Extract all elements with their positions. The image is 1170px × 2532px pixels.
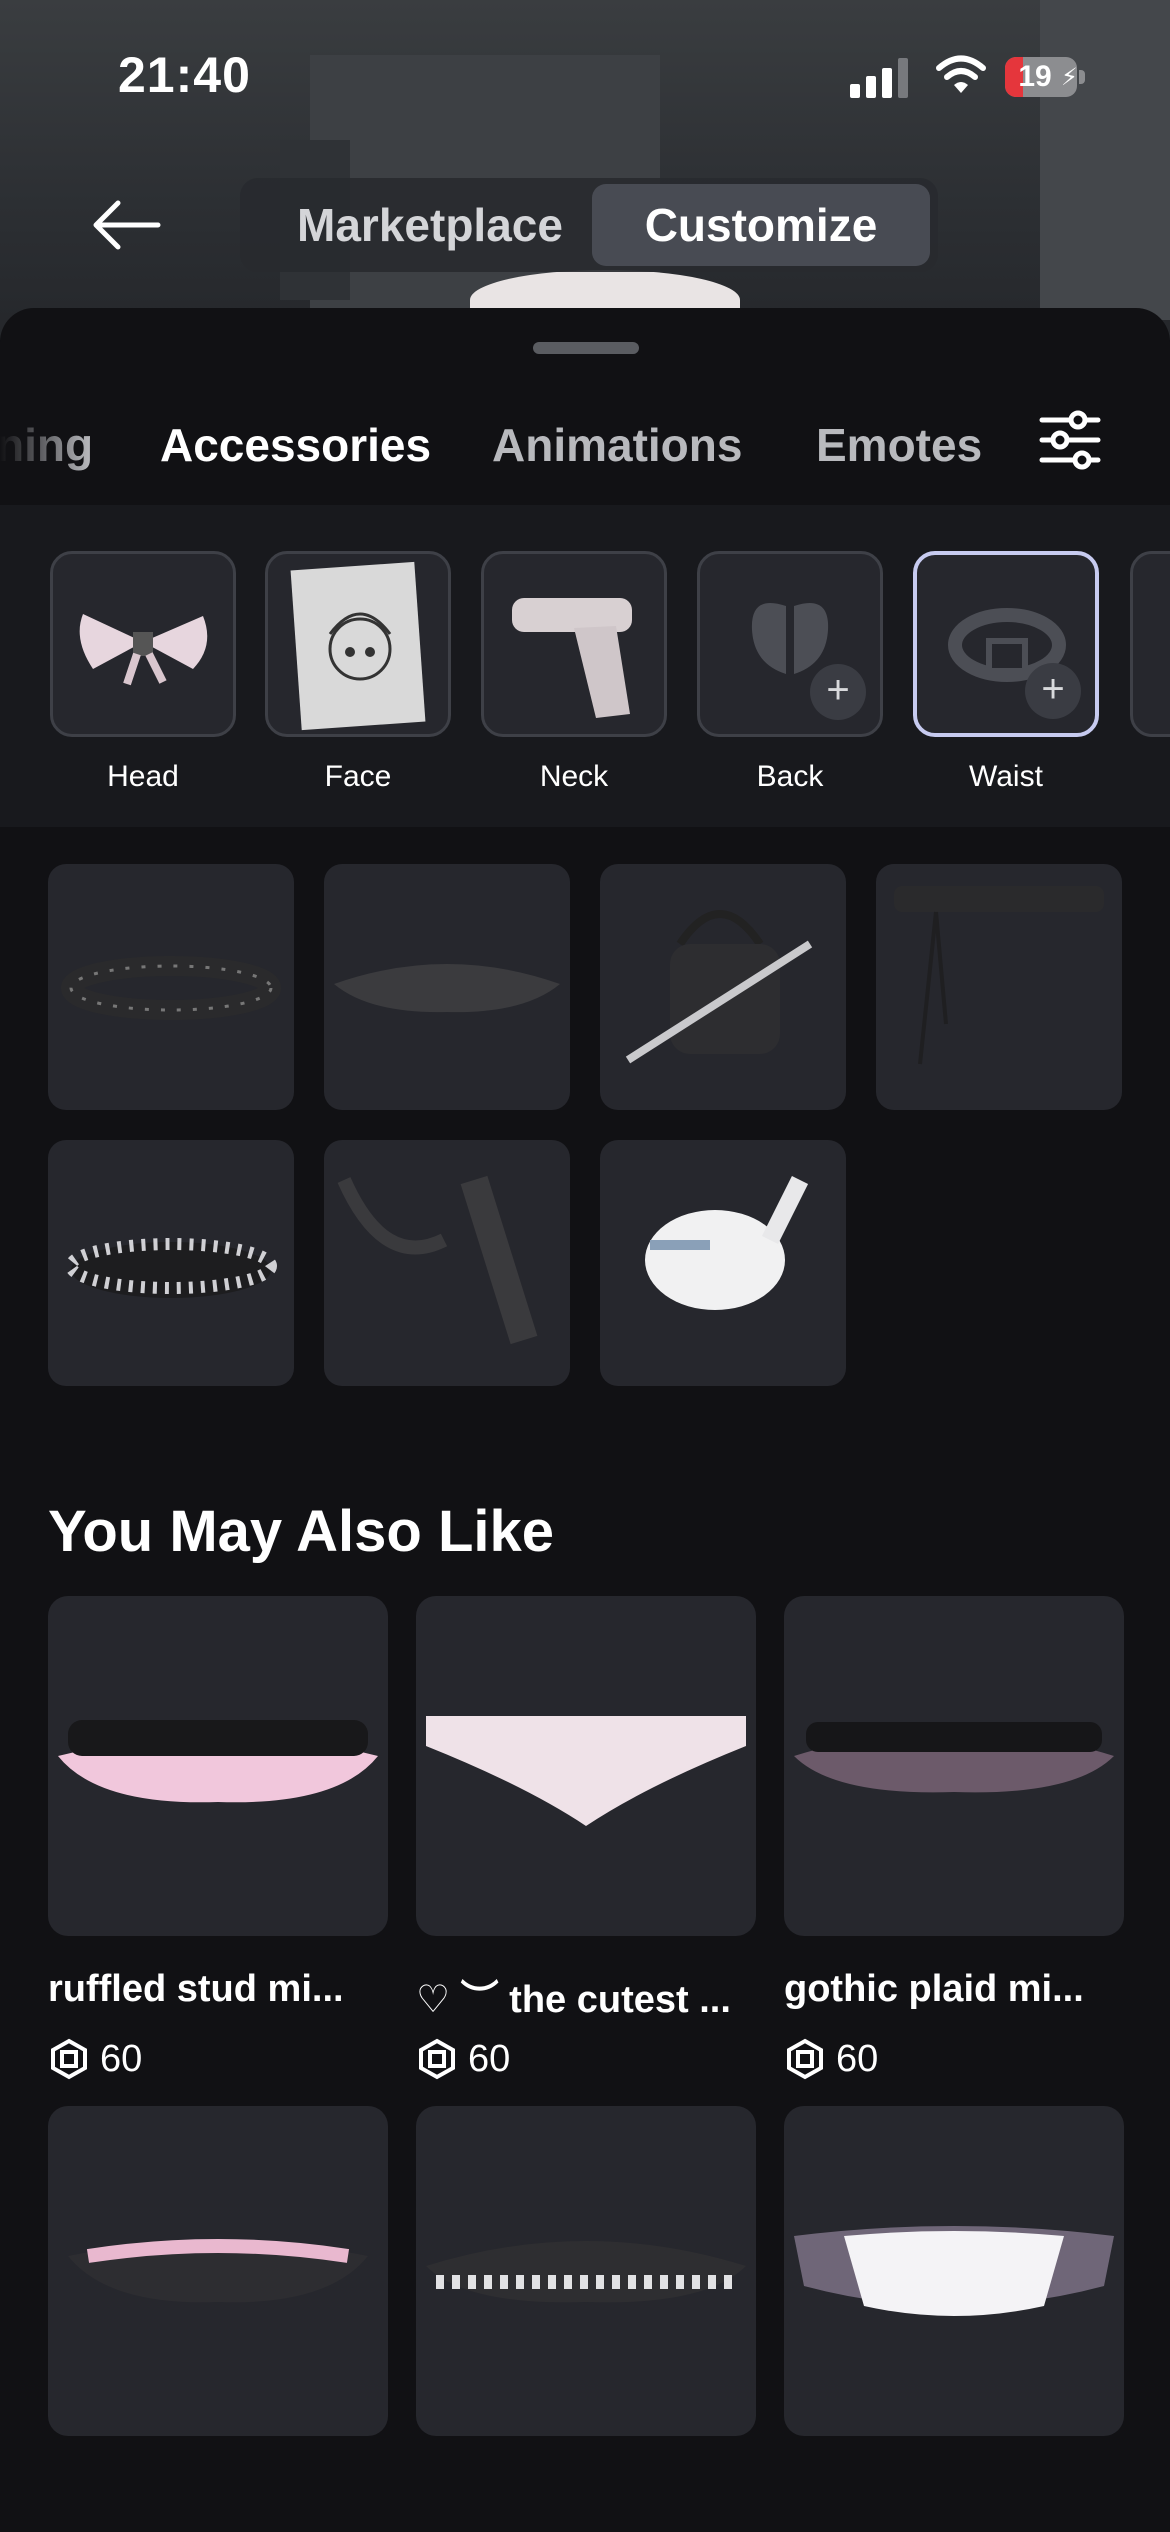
customize-sheet: ning Accessories Animations Emotes Head — [0, 308, 1170, 2532]
back-arrow-icon[interactable] — [88, 195, 164, 255]
mode-switcher: Marketplace Customize — [240, 178, 938, 272]
battery-level: 19 — [1018, 60, 1052, 93]
accessory-slots: Head Face Neck + Back + Waist — [0, 505, 1170, 827]
recommended-card-4[interactable] — [48, 2106, 388, 2436]
slot-waist[interactable]: + — [913, 551, 1099, 737]
tab-animations[interactable]: Animations — [492, 418, 742, 472]
slot-label-face: Face — [324, 760, 392, 793]
battery-icon: 19 ⚡ — [1005, 57, 1087, 97]
category-tabs: ning Accessories Animations Emotes — [0, 378, 1170, 570]
tab-accessories[interactable]: Accessories — [160, 418, 431, 472]
scarf-thumbnail — [512, 598, 632, 718]
slot-partial-next[interactable] — [1130, 551, 1170, 737]
price-value: 60 — [100, 2038, 143, 2080]
robux-icon — [787, 2038, 823, 2080]
recommended-name-1[interactable]: ruffled stud mi... — [48, 1968, 393, 2011]
section-title-you-may-also-like: You May Also Like — [48, 1499, 554, 1564]
sheet-drag-handle[interactable] — [533, 342, 639, 354]
tab-emotes[interactable]: Emotes — [816, 418, 982, 472]
bow-thumbnail — [79, 614, 208, 686]
marketplace-tab[interactable]: Marketplace — [260, 184, 600, 266]
slot-label-waist: Waist — [969, 760, 1043, 793]
recommended-name-3[interactable]: gothic plaid mi... — [784, 1968, 1129, 2011]
price-value: 60 — [468, 2038, 511, 2080]
charging-bolt-icon: ⚡ — [1061, 64, 1077, 91]
wifi-icon — [936, 55, 986, 93]
recommended-card-3[interactable] — [784, 1596, 1124, 1936]
slot-label-neck: Neck — [539, 760, 609, 793]
recommended-card-5[interactable] — [416, 2106, 756, 2436]
status-bar: 21:40 19 ⚡ — [0, 0, 1170, 150]
slot-face[interactable] — [265, 551, 451, 737]
recommended-card-6[interactable] — [784, 2106, 1124, 2436]
robux-icon — [51, 2038, 87, 2080]
status-time: 21:40 — [118, 47, 251, 103]
recommended-price-1: 60 — [48, 2034, 248, 2084]
slot-neck[interactable] — [481, 551, 667, 737]
price-value: 60 — [836, 2038, 879, 2080]
recommended-price-2: 60 — [416, 2034, 616, 2084]
robux-icon — [419, 2038, 455, 2080]
customize-tab[interactable]: Customize — [592, 184, 930, 266]
owned-item-bag-with-sword[interactable] — [600, 864, 846, 1110]
recommended-name-2[interactable]: ♡ ︶ the cutest ... — [416, 1968, 761, 2023]
filter-sliders-icon[interactable] — [1038, 408, 1102, 472]
cellular-signal-icon — [850, 58, 908, 98]
owned-item-suspenders[interactable] — [324, 1140, 570, 1386]
recommended-card-2[interactable] — [416, 1596, 756, 1936]
owned-item-ribbon-belt[interactable] — [876, 864, 1122, 1110]
slot-back[interactable]: + — [697, 551, 883, 737]
owned-item-spiked-collar[interactable] — [48, 1140, 294, 1386]
add-back-button[interactable]: + — [810, 664, 866, 720]
owned-item-black-ruffle-skirt[interactable] — [324, 864, 570, 1110]
face-sketch-thumbnail — [290, 561, 426, 731]
owned-item-studded-belt[interactable] — [48, 864, 294, 1110]
owned-item-airplane[interactable] — [600, 1140, 846, 1386]
slot-label-back: Back — [756, 760, 824, 793]
add-waist-button[interactable]: + — [1025, 663, 1081, 719]
recommended-card-1[interactable] — [48, 1596, 388, 1936]
recommended-price-3: 60 — [784, 2034, 984, 2084]
slot-head[interactable] — [50, 551, 236, 737]
slot-label-head: Head — [107, 760, 179, 793]
